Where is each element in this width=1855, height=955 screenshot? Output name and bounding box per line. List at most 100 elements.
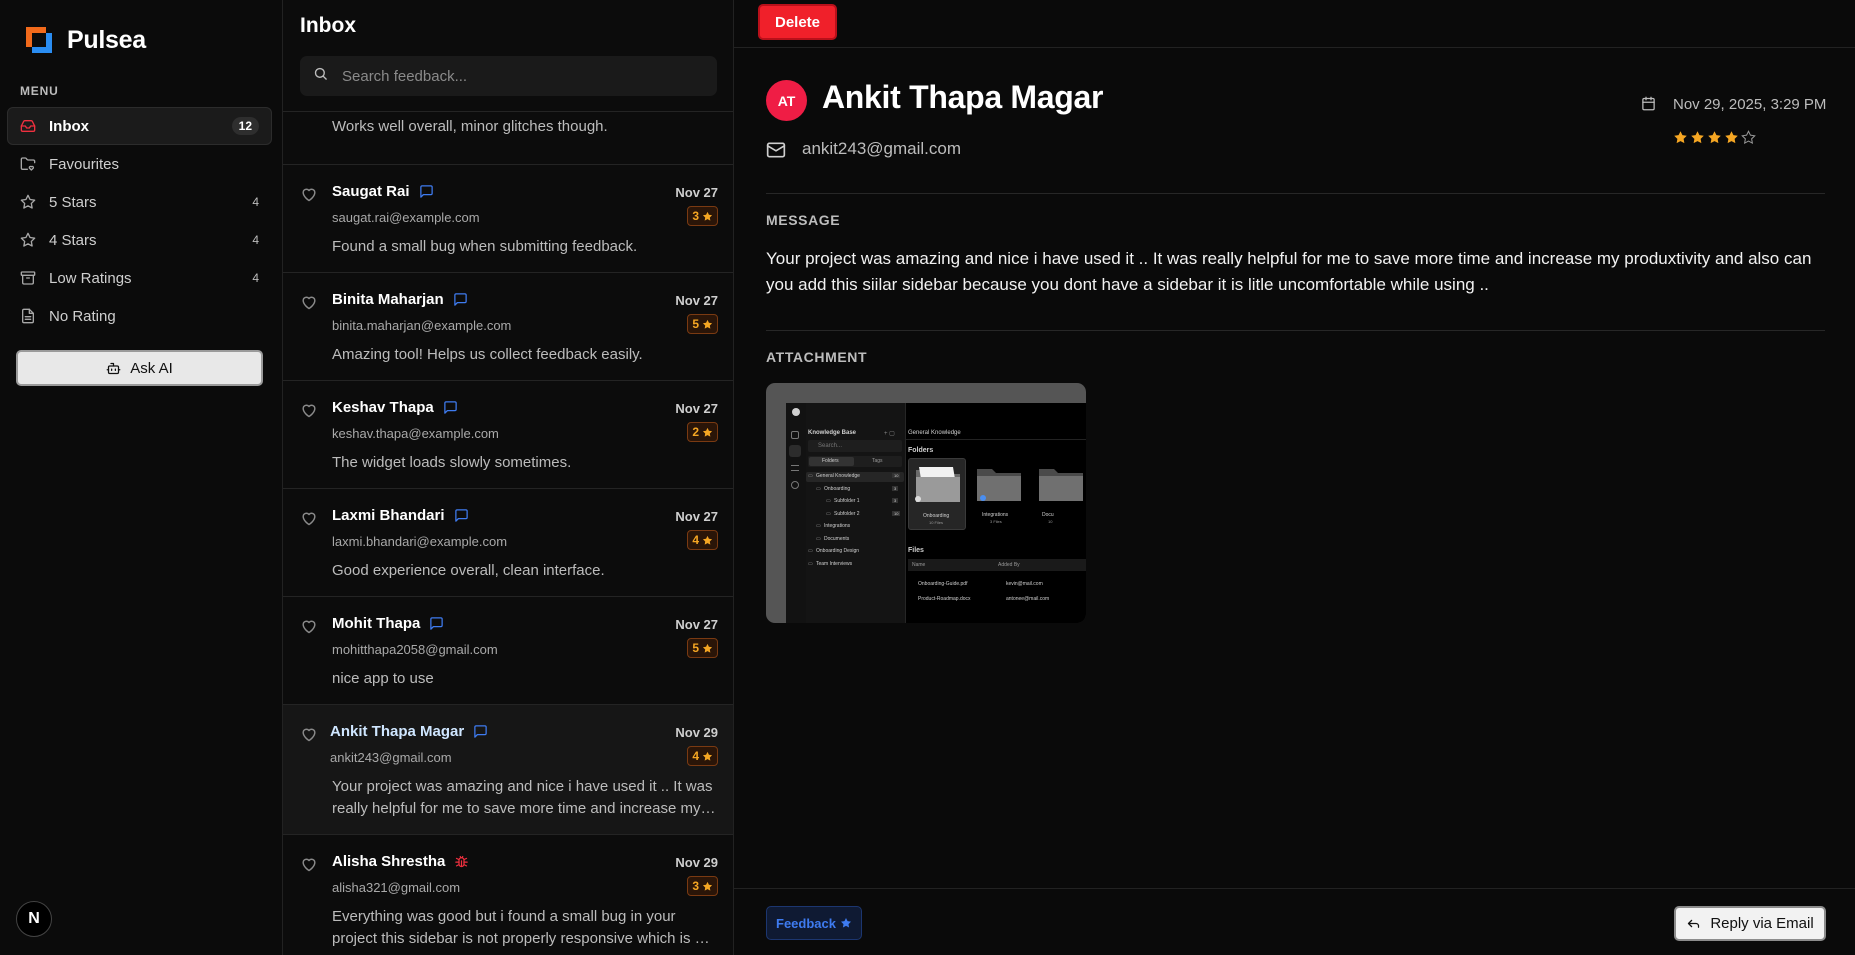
search-icon [313,66,328,86]
search-input[interactable] [342,67,702,85]
sender-email[interactable]: ankit243@gmail.com [802,139,961,159]
attachment-tree-label: Integrations [824,523,851,529]
list-item[interactable]: Mohit Thapa Nov 27 mohitthapa2058@gmail.co… [283,597,733,705]
inbox-count-badge: 12 [231,117,259,135]
message-square-icon [454,508,469,523]
rating-badge: 5 [687,314,718,334]
attachment-tree-item: ▭ Onboarding 3 [806,485,904,495]
folder-icon: ▭ [826,510,831,517]
sender-name-line: Binita Maharjan [332,291,468,308]
divider [906,439,1086,440]
attachment-tree-label: Onboarding [824,485,851,492]
feedback-date: Nov 27 [675,401,718,416]
heart-icon[interactable] [300,294,318,315]
sender-name: Laxmi Bhandari [332,507,445,524]
attachment-col-name: Name [912,562,926,568]
list-item[interactable]: Saugat Rai Nov 27 saugat.rai@example.com 3 F… [283,165,733,273]
attachment-tree-label: Team Interviews [816,560,853,567]
attachment-tree-count: 10 [892,473,901,478]
users-icon [791,481,799,489]
heart-icon[interactable] [300,856,318,877]
bot-icon [106,361,121,376]
divider [766,193,1825,194]
rating-badge: 5 [687,638,718,658]
sender-email: laxmi.bhandari@example.com [332,534,508,549]
attachment-folder-name: Docu [1042,512,1054,518]
attachment-folder-meta: 3 Files [990,519,1002,524]
list-item[interactable]: Alisha Shrestha Nov 29 alisha321@gmail.com… [283,835,733,955]
sidebar-item-low-ratings[interactable]: Low Ratings 4 [7,259,272,297]
sender-name-line: Ankit Thapa Magar [330,723,488,740]
list-item[interactable]: Works well overall, minor glitches thoug… [283,112,733,165]
attachment-tree-count: 3 [892,498,899,503]
folder-icon: ▭ [816,485,821,492]
attachment-folders-title: Folders [908,447,934,454]
archive-icon [20,270,36,286]
reply-via-email-button[interactable]: Reply via Email [1674,906,1826,941]
sidebar-item-no-rating[interactable]: No Rating [7,297,272,335]
sidebar-item-favourites[interactable]: Favourites [7,145,272,183]
feedback-preview: Found a small bug when submitting feedba… [332,238,638,255]
attachment-image[interactable]: Knowledge Base + ▢ Search... Folders Tag… [766,383,1086,623]
sidebar-item-4-stars[interactable]: 4 Stars 4 [7,221,272,259]
list-item[interactable]: Binita Maharjan Nov 27 binita.maharjan@exa… [283,273,733,381]
inbox-panel: Inbox Works well overall, minor glitches… [283,0,734,955]
rating-badge: 4 [687,746,718,766]
sidebar-nav: Inbox 12 Favourites 5 Stars 4 4 Stars 4 [7,107,272,335]
attachment-folder-card: Onboarding 10 Files [908,458,966,530]
attachment-folder-card: Docu 10 [1032,458,1086,530]
sender-name-line: Mohit Thapa [332,615,444,632]
sidebar-item-count: 4 [252,233,259,247]
heart-icon[interactable] [300,726,318,747]
rating-value: 3 [692,209,699,223]
attachment-search-text: Search... [818,443,843,449]
rating-value: 4 [692,533,699,547]
heart-icon[interactable] [300,402,318,423]
pulsea-logo-icon [22,23,56,57]
brand[interactable]: Pulsea [22,22,146,58]
sidebar-item-count: 4 [252,195,259,209]
attachment-tree-label: Onboarding Design [816,548,860,554]
attachment-tree-item: ▭ Subfolder 1 3 [806,497,904,507]
star-icon [702,319,713,330]
divider [766,330,1825,331]
attachment-folder-meta: 10 Files [929,520,944,525]
sender-name: Mohit Thapa [332,615,421,632]
heart-icon[interactable] [300,510,318,531]
reply-icon [1686,916,1701,931]
attachment-tree-item: ▭ Integrations [806,522,904,532]
sidebar-item-count: 4 [252,271,259,285]
star-rating [1673,130,1756,150]
folder-icon: ▭ [816,535,821,542]
sender-name: Ankit Thapa Magar [330,723,465,740]
sidebar-item-5-stars[interactable]: 5 Stars 4 [7,183,272,221]
heart-icon[interactable] [300,618,318,639]
attachment-tree-item: ▭ General Knowledge 10 [806,472,904,482]
feedback-date: Nov 29, 2025, 3:29 PM [1673,96,1827,113]
folder-icon [1039,469,1083,501]
list-item[interactable]: Ankit Thapa Magar Nov 29 ankit243@gmail.co… [283,705,733,835]
sender-name: Keshav Thapa [332,399,434,416]
feedback-preview: Your project was amazing and nice i have… [332,778,713,817]
folder-icon: ▭ [808,473,813,479]
sender-name-line: Laxmi Bhandari [332,507,469,524]
list-item[interactable]: Laxmi Bhandari Nov 27 laxmi.bhandari@examp… [283,489,733,597]
attachment-file-added-by: antonee@mail.com [1006,596,1050,602]
rating-badge: 3 [687,876,718,896]
sidebar-item-inbox[interactable]: Inbox 12 [7,107,272,145]
sender-email: saugat.rai@example.com [332,210,480,225]
ask-ai-button[interactable]: Ask AI [16,350,263,386]
folder-icon: ▭ [816,523,821,529]
list-item[interactable]: Keshav Thapa Nov 27 keshav.thapa@example.c… [283,381,733,489]
sender-name-line: Keshav Thapa [332,399,458,416]
nextjs-dev-badge[interactable]: N [16,901,52,937]
folder-icon: ▭ [808,548,813,554]
search-box[interactable] [300,56,717,96]
message-body: Your project was amazing and nice i have… [766,249,1812,294]
attachment-rail [786,403,806,623]
heart-icon[interactable] [300,186,318,207]
delete-button[interactable]: Delete [758,4,837,40]
feedback-preview: nice app to use [332,670,434,687]
star-icon [702,211,713,222]
sender-email: ankit243@gmail.com [330,750,452,765]
